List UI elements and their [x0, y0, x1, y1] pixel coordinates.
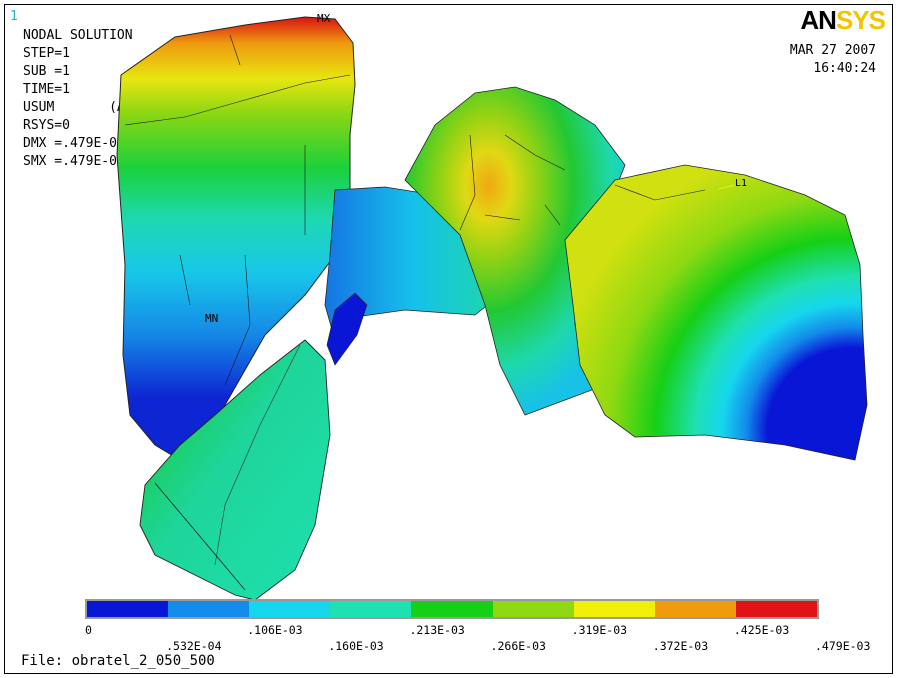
legend-tick-label: .479E-03	[815, 639, 871, 653]
fe-model-contour[interactable]: MX MN L1	[5, 5, 893, 645]
mx-marker: MX	[317, 12, 331, 25]
legend-swatch	[573, 601, 655, 617]
legend-color-bar	[85, 599, 819, 619]
legend-tick-label: .266E-03	[490, 639, 546, 653]
legend-tick-label: .213E-03	[409, 623, 465, 637]
legend-tick-label: .532E-04	[166, 639, 222, 653]
legend-swatch	[168, 601, 250, 617]
legend-swatch	[492, 601, 574, 617]
legend-tick-label: .106E-03	[247, 623, 303, 637]
legend-tick-label: .425E-03	[733, 623, 790, 637]
contour-legend: 0 .106E-03 .213E-03 .319E-03 .425E-03 .532E-0…	[85, 599, 870, 653]
l1-marker: L1	[735, 178, 747, 189]
legend-tick-label: 0	[85, 623, 92, 637]
legend-swatch	[330, 601, 412, 617]
legend-swatch	[87, 601, 169, 617]
legend-swatch	[735, 601, 817, 617]
legend-swatch	[249, 601, 331, 617]
right-process	[564, 164, 868, 461]
file-label: File: obratel_2_050_500	[21, 653, 215, 669]
legend-swatch	[411, 601, 493, 617]
legend-tick-label: .372E-03	[652, 639, 709, 653]
legend-tick-label: .160E-03	[328, 639, 384, 653]
mn-marker: MN	[205, 312, 218, 325]
legend-swatch	[654, 601, 736, 617]
legend-tick-label: .319E-03	[571, 623, 628, 637]
graphics-window[interactable]: 1 NODAL SOLUTION STEP=1 SUB =1 TIME=1 US…	[4, 4, 893, 674]
